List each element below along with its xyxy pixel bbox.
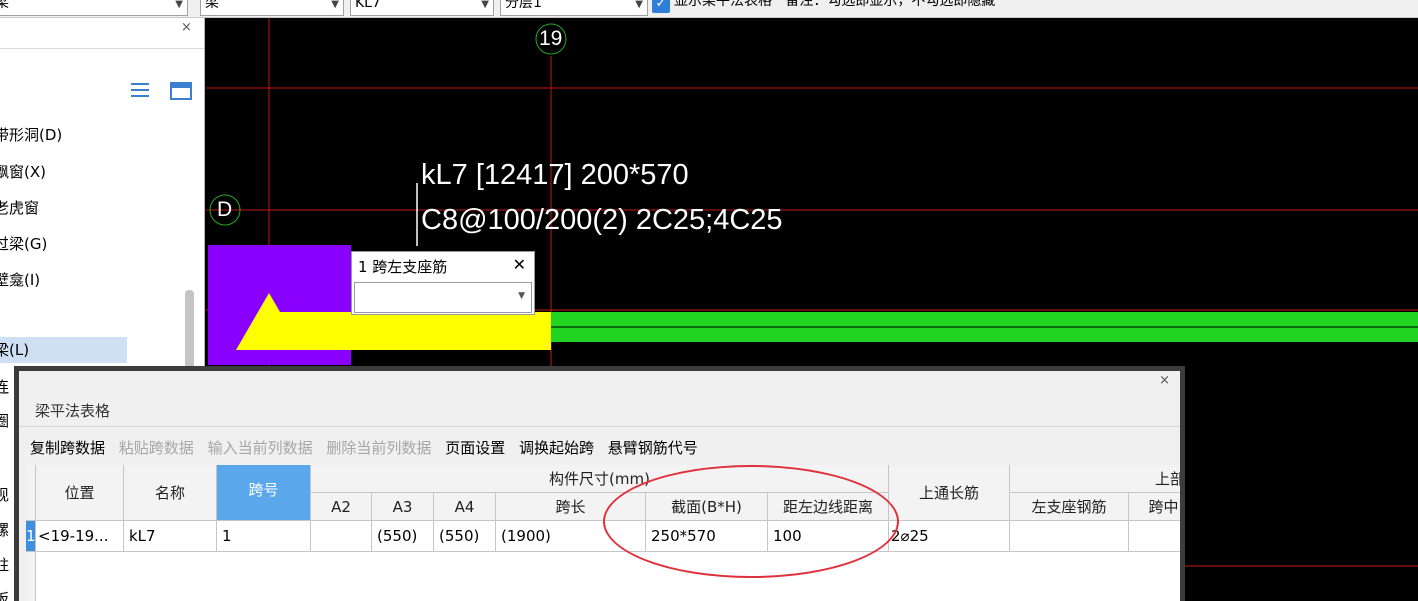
beam-annotation-line2[interactable]: C8@100/200(2) 2C25;4C25 bbox=[421, 203, 783, 237]
window-view-icon[interactable] bbox=[170, 82, 192, 100]
remark-text: 备注：勾选即显示，不勾选即隐藏 bbox=[785, 0, 996, 9]
copy-span-button[interactable]: 复制跨数据 bbox=[30, 439, 105, 457]
header-top-through-rebar[interactable]: 上通长筋 bbox=[889, 465, 1010, 521]
header-a4[interactable]: A4 bbox=[434, 493, 496, 521]
cell-section[interactable]: 250*570 bbox=[646, 521, 768, 552]
close-icon[interactable]: × bbox=[1159, 373, 1170, 388]
corner-cell bbox=[26, 465, 36, 521]
list-view-icon[interactable] bbox=[131, 82, 149, 98]
cell-a2[interactable] bbox=[311, 521, 372, 552]
header-a3[interactable]: A3 bbox=[372, 493, 434, 521]
tree-item-lintel[interactable]: 过梁(G) bbox=[0, 231, 47, 257]
chevron-down-icon: ▼ bbox=[481, 0, 489, 10]
chevron-down-icon: ▼ bbox=[175, 0, 183, 10]
header-span-length[interactable]: 跨长 bbox=[496, 493, 646, 521]
tree-item-dormer[interactable]: 老虎窗 bbox=[0, 195, 39, 221]
cell-span-mid[interactable] bbox=[1129, 521, 1180, 552]
tree-item-beam-label: 梁(L) bbox=[0, 341, 30, 359]
input-column-button[interactable]: 输入当前列数据 bbox=[208, 439, 313, 457]
layer-value: 分层1 bbox=[505, 0, 542, 11]
element-type-select[interactable]: 梁 ▼ bbox=[0, 0, 188, 16]
tree-item-beam[interactable]: 梁(L) bbox=[0, 337, 127, 363]
cell-name[interactable]: kL7 bbox=[124, 521, 217, 552]
header-name[interactable]: 名称 bbox=[124, 465, 217, 521]
support-rebar-input[interactable]: ▼ bbox=[354, 282, 532, 313]
element-subtype-select[interactable]: 梁 ▼ bbox=[200, 0, 344, 16]
show-table-checkbox[interactable]: ✓ bbox=[652, 0, 670, 13]
element-name-value: KL7 bbox=[355, 0, 381, 11]
cantilever-code-button[interactable]: 悬臂钢筋代号 bbox=[608, 439, 698, 457]
support-rebar-popup: 1 跨左支座筋 ✕ ▼ bbox=[351, 251, 535, 315]
header-a2[interactable]: A2 bbox=[311, 493, 372, 521]
cell-position[interactable]: <19-19... bbox=[36, 521, 124, 552]
header-span-mid[interactable]: 跨中 bbox=[1129, 493, 1180, 521]
panel-divider bbox=[0, 48, 204, 49]
element-type-value: 梁 bbox=[0, 0, 9, 11]
paste-span-button[interactable]: 粘贴跨数据 bbox=[119, 439, 194, 457]
cell-a3[interactable]: (550) bbox=[372, 521, 434, 552]
close-icon[interactable]: ✕ bbox=[513, 255, 526, 274]
header-offset[interactable]: 距左边线距离 bbox=[768, 493, 889, 521]
tree-item-strip-hole[interactable]: 带形洞(D) bbox=[0, 122, 62, 148]
tree-item-column[interactable]: 柱 bbox=[0, 552, 9, 578]
tree-item-cast-in-place[interactable]: 现 bbox=[0, 482, 9, 508]
beam-annotation-line1[interactable]: kL7 [12417] 200*570 bbox=[421, 158, 689, 192]
header-position[interactable]: 位置 bbox=[36, 465, 124, 521]
window-title: 梁平法表格 bbox=[35, 402, 111, 420]
row-header-empty bbox=[26, 552, 36, 601]
cell-top-through-rebar[interactable]: 2⌀25 bbox=[889, 521, 1010, 552]
chevron-down-icon: ▼ bbox=[635, 0, 643, 10]
tree-item-niche[interactable]: 壁龛(I) bbox=[0, 267, 40, 293]
cell-a4[interactable]: (550) bbox=[434, 521, 496, 552]
cell-span-length[interactable]: (1900) bbox=[496, 521, 646, 552]
cell-left-support[interactable] bbox=[1010, 521, 1129, 552]
beam-table: 位置 名称 跨号 构件尺寸(mm) A2 A3 A4 跨长 截面(B*H) 距左… bbox=[26, 465, 1180, 601]
element-name-select[interactable]: KL7 ▼ bbox=[350, 0, 494, 16]
page-setup-button[interactable]: 页面设置 bbox=[445, 439, 505, 457]
header-top-group: 上部 bbox=[1010, 465, 1180, 493]
row-number[interactable]: 1 bbox=[26, 521, 36, 552]
swap-start-span-button[interactable]: 调换起始跨 bbox=[519, 439, 594, 457]
close-icon[interactable]: × bbox=[181, 20, 192, 35]
top-toolbar: 梁 ▼ 梁 ▼ KL7 ▼ 分层1 ▼ ✓ 显示梁平法表格 备注：勾选即显示，不… bbox=[0, 0, 1418, 18]
beam-table-window: × 梁平法表格 复制跨数据 粘贴跨数据 输入当前列数据 删除当前列数据 页面设置… bbox=[14, 366, 1185, 601]
popup-title: 1 跨左支座筋 bbox=[358, 258, 448, 276]
axis-label-top: 19 bbox=[539, 27, 563, 50]
checkbox-note: 显示梁平法表格 备注：勾选即显示，不勾选即隐藏 bbox=[674, 0, 995, 11]
header-size-group: 构件尺寸(mm) bbox=[311, 465, 889, 493]
chevron-down-icon[interactable]: ▼ bbox=[518, 291, 525, 301]
selected-beam-span[interactable] bbox=[261, 312, 551, 350]
cell-offset[interactable]: 100 bbox=[768, 521, 889, 552]
tree-item-spiral[interactable]: 螺 bbox=[0, 517, 9, 543]
title-separator bbox=[19, 426, 1180, 427]
header-section[interactable]: 截面(B*H) bbox=[646, 493, 768, 521]
header-left-support[interactable]: 左支座钢筋 bbox=[1010, 493, 1129, 521]
tree-item-bay-window[interactable]: 飘窗(X) bbox=[0, 159, 46, 185]
axis-label-left: D bbox=[217, 198, 233, 221]
cell-span-no[interactable]: 1 bbox=[217, 521, 311, 552]
tree-item-slab[interactable]: 板 bbox=[0, 586, 9, 601]
header-span-no[interactable]: 跨号 bbox=[217, 465, 311, 521]
chevron-down-icon: ▼ bbox=[331, 0, 339, 10]
layer-select[interactable]: 分层1 ▼ bbox=[500, 0, 648, 16]
delete-column-button[interactable]: 删除当前列数据 bbox=[326, 439, 431, 457]
checkbox-label[interactable]: 显示梁平法表格 bbox=[674, 0, 772, 9]
element-subtype-value: 梁 bbox=[205, 0, 219, 11]
table-toolbar: 复制跨数据 粘贴跨数据 输入当前列数据 删除当前列数据 页面设置 调换起始跨 悬… bbox=[30, 437, 707, 458]
tree-item-ring-beam[interactable]: 圈 bbox=[0, 408, 9, 434]
tree-item-coupling-beam[interactable]: 连 bbox=[0, 374, 9, 400]
